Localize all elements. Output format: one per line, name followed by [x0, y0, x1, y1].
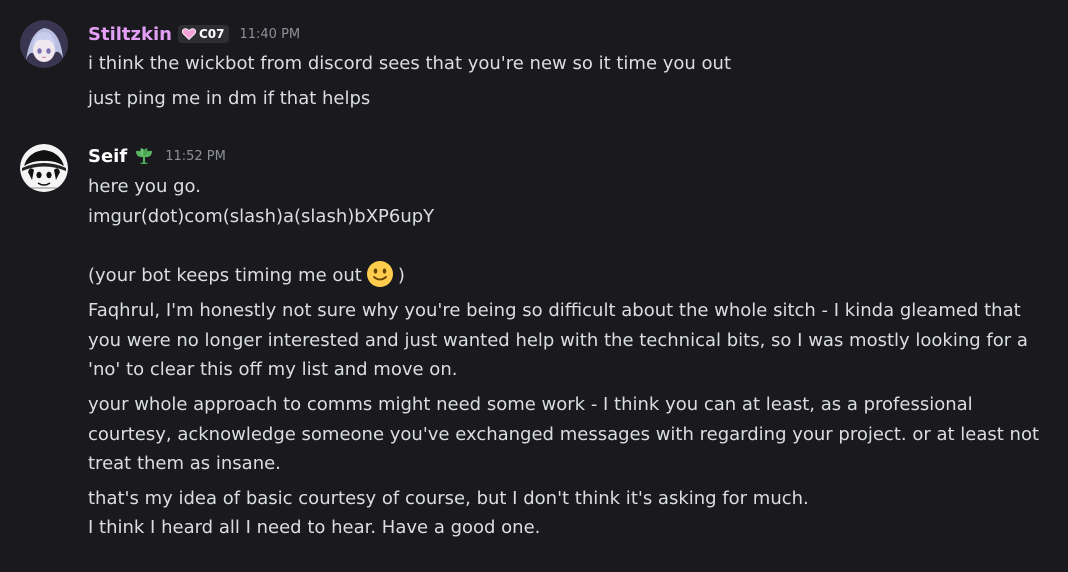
message-line: that's my idea of basic courtesy of cour…	[88, 488, 809, 509]
message-text: )	[397, 265, 405, 286]
message-line: I think I heard all I need to hear. Have…	[88, 517, 541, 538]
slight-smile-emoji-icon[interactable]	[366, 260, 394, 288]
avatar-seif[interactable]	[20, 144, 68, 192]
message-header: Seif 11:52 PM	[88, 144, 226, 168]
manga-avatar-icon	[20, 144, 68, 192]
message-text: (your bot keeps timing me out	[88, 265, 362, 286]
avatar-stiltzkin[interactable]	[20, 20, 68, 68]
message-header: Stiltzkin C07 11:40 PM	[88, 22, 300, 46]
leaf-badge-icon[interactable]	[133, 145, 155, 167]
message-paragraph: Faqhrul, I'm honestly not sure why you'r…	[88, 300, 1028, 380]
message-line: just ping me in dm if that helps	[88, 88, 371, 109]
message-group-stiltzkin: Stiltzkin C07 11:40 PM i think the wickb…	[0, 0, 1068, 130]
timestamp[interactable]: 11:40 PM	[239, 27, 300, 42]
timestamp[interactable]: 11:52 PM	[165, 149, 226, 164]
message-group-seif: Seif 11:52 PM here you go. imgur(dot)com…	[0, 130, 1068, 572]
guild-tag-label: C07	[198, 27, 225, 41]
message-paragraph: your whole approach to comms might need …	[88, 394, 1040, 474]
message-line: i think the wickbot from discord sees th…	[88, 53, 732, 74]
guild-tag[interactable]: C07	[177, 25, 230, 43]
anime-avatar-icon	[20, 20, 68, 68]
message-line: here you go.	[88, 176, 201, 197]
username-seif[interactable]: Seif	[88, 146, 127, 167]
message-line-with-emoji: (your bot keeps timing me out )	[88, 260, 1048, 290]
heart-icon	[181, 28, 196, 40]
username-stiltzkin[interactable]: Stiltzkin	[88, 24, 172, 45]
message-line: imgur(dot)com(slash)a(slash)bXP6upY	[88, 206, 435, 227]
